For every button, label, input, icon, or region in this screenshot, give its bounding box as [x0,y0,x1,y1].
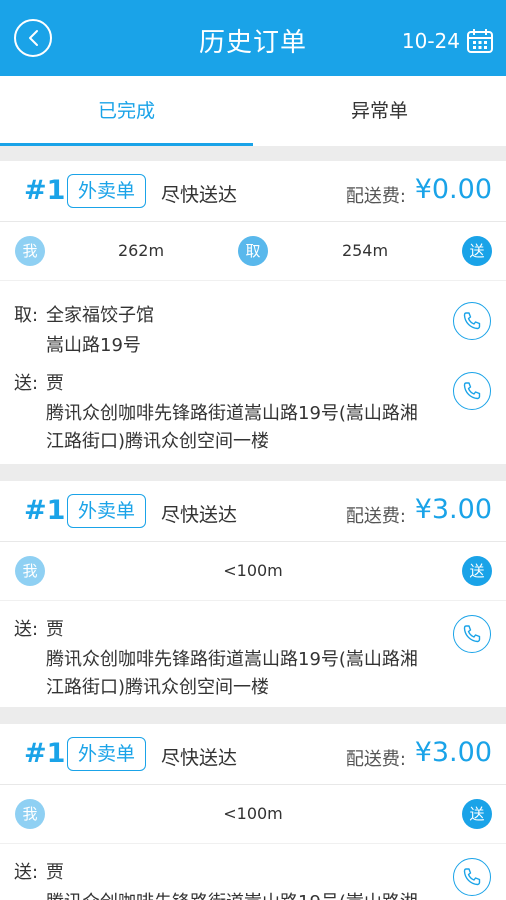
order-number: #1 [24,495,66,526]
fee-label: 配送费: [345,749,406,770]
distance-to-pickup: 262m [117,241,165,260]
tab-bar: 已完成 异常单 [0,76,506,146]
tab-completed[interactable]: 已完成 [0,76,253,146]
deliver-marker: 送 [462,556,492,586]
order-header: #1 外卖单 尽快送达 配送费: ¥0.00 [0,161,506,222]
order-type-badge: 外卖单 [67,174,147,208]
route-bar: 我 <100m 送 [0,785,506,844]
phone-icon [463,382,481,400]
deliver-marker: 送 [462,799,492,829]
route-bar: 我 <100m 送 [0,542,506,601]
delivery-address-line1: 腾讯众创咖啡先锋路街道嵩山路19号(嵩山路湘 [46,403,418,424]
order-header: #1 外卖单 尽快送达 配送费: ¥3.00 [0,481,506,542]
order-number: #1 [24,175,66,206]
order-card[interactable]: #1 外卖单 尽快送达 配送费: ¥0.00 我 262m 取 254m 送 取… [0,161,506,464]
recipient-name: 贾 [46,373,64,394]
date-picker[interactable]: 10-24 [402,26,494,56]
fee-value: ¥3.00 [414,494,492,525]
distance-to-delivery: <100m [223,561,283,580]
me-marker: 我 [15,556,45,586]
pickup-marker: 取 [238,236,268,266]
pickup-address: 嵩山路19号 [46,335,141,356]
delivery-address-line1: 腾讯众创咖啡先锋路街道嵩山路19号(嵩山路湘 [46,649,418,670]
call-pickup-button[interactable] [453,302,491,340]
fee-label: 配送费: [345,506,406,527]
fee-label: 配送费: [345,186,406,207]
recipient-name: 贾 [46,619,64,640]
distance-to-delivery: 254m [341,241,389,260]
delivery-speed: 尽快送达 [161,504,238,526]
order-number: #1 [24,738,66,769]
pickup-label: 取: [14,305,39,326]
route-bar: 我 262m 取 254m 送 [0,222,506,281]
fee-value: ¥0.00 [414,174,492,205]
order-type-badge: 外卖单 [67,494,147,528]
app-header: 历史订单 10-24 [0,0,506,76]
delivery-speed: 尽快送达 [161,747,238,769]
delivery-label: 送: [14,862,39,883]
pickup-name: 全家福饺子馆 [46,305,154,326]
delivery-speed: 尽快送达 [161,184,238,206]
date-text: 10-24 [401,29,460,53]
phone-icon [463,312,481,330]
calendar-icon [467,29,493,53]
delivery-label: 送: [14,619,39,640]
recipient-name: 贾 [46,862,64,883]
tab-abnormal[interactable]: 异常单 [253,76,506,146]
deliver-marker: 送 [462,236,492,266]
call-recipient-button[interactable] [453,372,491,410]
delivery-address-line1: 腾讯众创咖啡先锋路街道嵩山路19号(嵩山路湘 [46,888,418,900]
delivery-address-line2: 江路街口)腾讯众创空间一楼 [46,431,270,452]
order-type-badge: 外卖单 [67,737,147,771]
delivery-label: 送: [14,373,39,394]
order-card[interactable]: #1 外卖单 尽快送达 配送费: ¥3.00 我 <100m 送 送: 贾 腾讯… [0,481,506,707]
me-marker: 我 [15,236,45,266]
order-card[interactable]: #1 外卖单 尽快送达 配送费: ¥3.00 我 <100m 送 送: 贾 腾讯… [0,724,506,900]
order-header: #1 外卖单 尽快送达 配送费: ¥3.00 [0,724,506,785]
fee-value: ¥3.00 [414,737,492,768]
delivery-address-line2: 江路街口)腾讯众创空间一楼 [46,677,270,698]
distance-to-delivery: <100m [223,804,283,823]
call-recipient-button[interactable] [453,858,491,896]
phone-icon [463,625,481,643]
phone-icon [463,868,481,886]
call-recipient-button[interactable] [453,615,491,653]
me-marker: 我 [15,799,45,829]
